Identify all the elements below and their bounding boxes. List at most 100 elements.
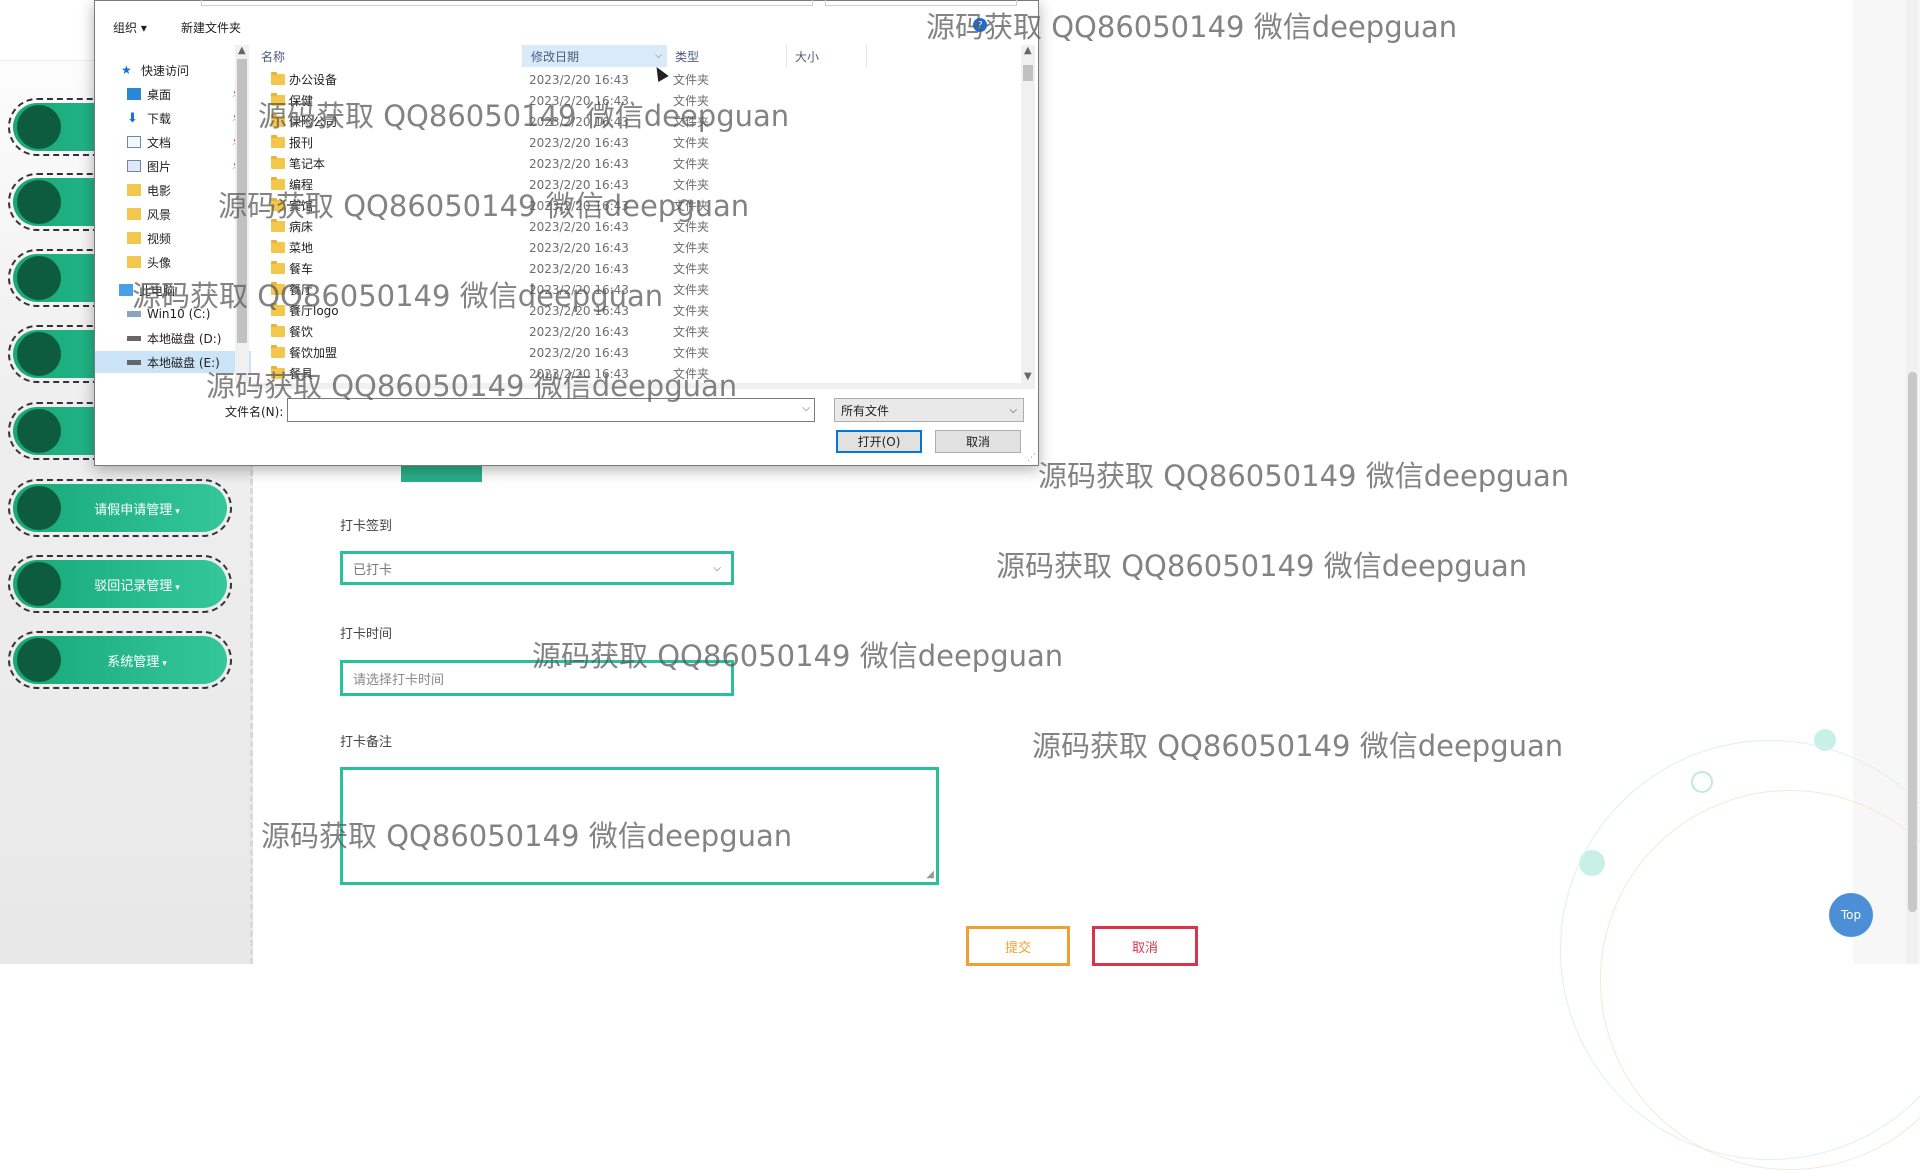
nav-item-documents[interactable]: 文档 📌 xyxy=(95,131,251,153)
file-list-scrollbar[interactable] xyxy=(1021,45,1035,383)
page-scrollbar-thumb[interactable] xyxy=(1908,372,1917,912)
document-icon xyxy=(127,136,141,148)
scroll-up-icon[interactable]: ▲ xyxy=(1024,45,1032,56)
address-bar[interactable] xyxy=(201,0,813,6)
sidebar-item-label: 系统管理 xyxy=(107,654,160,670)
folder-icon xyxy=(127,232,141,244)
file-date: 2023/2/20 16:43 xyxy=(529,72,629,87)
checkin-select[interactable]: 已打卡 ⌵ xyxy=(340,551,734,585)
chevron-down-icon[interactable]: ⌵ xyxy=(802,403,810,414)
caret-down-icon: ▾ xyxy=(175,506,180,517)
file-name: 菜地 xyxy=(289,241,314,255)
nav-item-label: 下载 xyxy=(147,111,172,126)
file-type: 文件夹 xyxy=(673,241,710,255)
file-type: 文件夹 xyxy=(673,325,710,339)
nav-item-label: 文档 xyxy=(147,135,172,150)
file-type: 文件夹 xyxy=(673,136,710,150)
column-header-type[interactable]: 类型 xyxy=(667,45,787,67)
nav-item-pictures[interactable]: 图片 📌 xyxy=(95,155,251,177)
column-header-date[interactable]: 修改日期 ⌵ xyxy=(523,45,667,67)
resize-grip-icon[interactable]: ◢ xyxy=(926,869,934,880)
file-date: 2023/2/20 16:43 xyxy=(529,240,629,255)
nav-item-label: 图片 xyxy=(147,159,172,174)
file-type: 文件夹 xyxy=(673,262,710,276)
sidebar-item-label: 驳回记录管理 xyxy=(94,578,173,594)
watermark-text: 源码获取 QQ86050149 微信deepguan xyxy=(1032,729,1564,763)
folder-icon xyxy=(271,324,285,337)
folder-icon xyxy=(271,156,285,169)
file-type: 文件夹 xyxy=(673,157,710,171)
sidebar-item-reject-records[interactable]: 驳回记录管理 ▾ xyxy=(8,555,232,613)
file-date: 2023/2/20 16:43 xyxy=(529,345,629,360)
checkin-label: 打卡签到 xyxy=(340,519,393,534)
computer-icon xyxy=(119,284,133,296)
sidebar-item-label: 请假申请管理 xyxy=(94,502,173,518)
nav-item-quick-access[interactable]: ★ 快速访问 xyxy=(95,59,251,81)
file-type-filter[interactable]: 所有文件 ⌵ xyxy=(834,398,1024,422)
sidebar-item-system[interactable]: 系统管理 ▾ xyxy=(8,631,232,689)
watermark-text: 源码获取 QQ86050149 微信deepguan xyxy=(1038,459,1570,493)
folder-icon xyxy=(271,240,285,253)
file-row[interactable]: 笔记本 2023/2/20 16:43 文件夹 xyxy=(253,153,1017,174)
submit-button[interactable]: 提交 xyxy=(966,926,1070,966)
drive-icon xyxy=(127,359,141,365)
menu-bullet-icon xyxy=(17,486,61,530)
checkin-selected-value: 已打卡 xyxy=(353,562,393,578)
menu-bullet-icon xyxy=(17,638,61,682)
watermark-text: 源码获取 QQ86050149 微信deepguan xyxy=(258,99,790,133)
menu-bullet-icon xyxy=(17,256,61,300)
column-header-size[interactable]: 大小 xyxy=(787,45,867,67)
nav-item-downloads[interactable]: ⬇ 下载 📌 xyxy=(95,107,251,129)
chevron-down-icon: ⌵ xyxy=(713,562,721,574)
file-type: 文件夹 xyxy=(673,73,710,87)
dialog-cancel-button[interactable]: 取消 xyxy=(935,430,1021,453)
sidebar-item-leave-request[interactable]: 请假申请管理 ▾ xyxy=(8,479,232,537)
watermark-text: 源码获取 QQ86050149 微信deepguan xyxy=(532,639,1064,673)
file-row[interactable]: 餐饮加盟 2023/2/20 16:43 文件夹 xyxy=(253,342,1017,363)
back-to-top-button[interactable]: Top xyxy=(1829,893,1873,937)
file-row[interactable]: 办公设备 2023/2/20 16:43 文件夹 xyxy=(253,69,1017,90)
file-row[interactable]: 菜地 2023/2/20 16:43 文件夹 xyxy=(253,237,1017,258)
desktop-icon xyxy=(127,88,141,100)
checkin-note-label: 打卡备注 xyxy=(340,735,393,750)
file-list-scrollbar-thumb[interactable] xyxy=(1023,65,1033,81)
cancel-button[interactable]: 取消 xyxy=(1092,926,1198,966)
nav-item-label: 快速访问 xyxy=(141,63,190,78)
resize-grip-icon[interactable]: ⋰ xyxy=(1027,453,1036,463)
new-folder-button[interactable]: 新建文件夹 xyxy=(181,19,241,36)
nav-item-label: 头像 xyxy=(147,255,172,270)
dialog-open-button[interactable]: 打开(O) xyxy=(836,430,922,453)
nav-item-videos[interactable]: 视频 xyxy=(95,227,251,249)
sidebar-header xyxy=(0,0,100,61)
nav-item-desktop[interactable]: 桌面 📌 xyxy=(95,83,251,105)
folder-icon xyxy=(127,208,141,220)
sort-indicator-icon: ^ xyxy=(383,45,391,51)
organize-button[interactable]: 组织 ▾ xyxy=(113,19,147,36)
picture-icon xyxy=(127,160,141,172)
scroll-up-icon[interactable]: ▲ xyxy=(238,45,246,56)
folder-icon xyxy=(271,72,285,85)
file-date: 2023/2/20 16:43 xyxy=(529,135,629,150)
scroll-down-icon[interactable]: ▼ xyxy=(1024,371,1032,382)
nav-item-label: 风景 xyxy=(147,207,172,222)
dialog-toolbar: 组织 ▾ 新建文件夹 xyxy=(95,13,1038,41)
watermark-text: 源码获取 QQ86050149 微信deepguan xyxy=(218,189,750,223)
file-name: 餐饮加盟 xyxy=(289,346,338,360)
watermark-text: 源码获取 QQ86050149 微信deepguan xyxy=(996,549,1528,583)
drive-icon xyxy=(127,335,141,341)
folder-icon xyxy=(127,256,141,268)
nav-item-label: 视频 xyxy=(147,231,172,246)
nav-item-avatars[interactable]: 头像 xyxy=(95,251,251,273)
file-type: 文件夹 xyxy=(673,304,710,318)
file-row[interactable]: 餐饮 2023/2/20 16:43 文件夹 xyxy=(253,321,1017,342)
folder-icon xyxy=(271,345,285,358)
nav-item-drive-d[interactable]: 本地磁盘 (D:) xyxy=(95,327,251,349)
chevron-down-icon: ⌵ xyxy=(655,51,662,61)
folder-icon xyxy=(271,135,285,148)
file-date: 2023/2/20 16:43 xyxy=(529,324,629,339)
watermark-text: 源码获取 QQ86050149 微信deepguan xyxy=(261,819,793,853)
menu-bullet-icon xyxy=(17,562,61,606)
file-name: 笔记本 xyxy=(289,157,326,171)
file-type: 文件夹 xyxy=(673,346,710,360)
file-row[interactable]: 报刊 2023/2/20 16:43 文件夹 xyxy=(253,132,1017,153)
